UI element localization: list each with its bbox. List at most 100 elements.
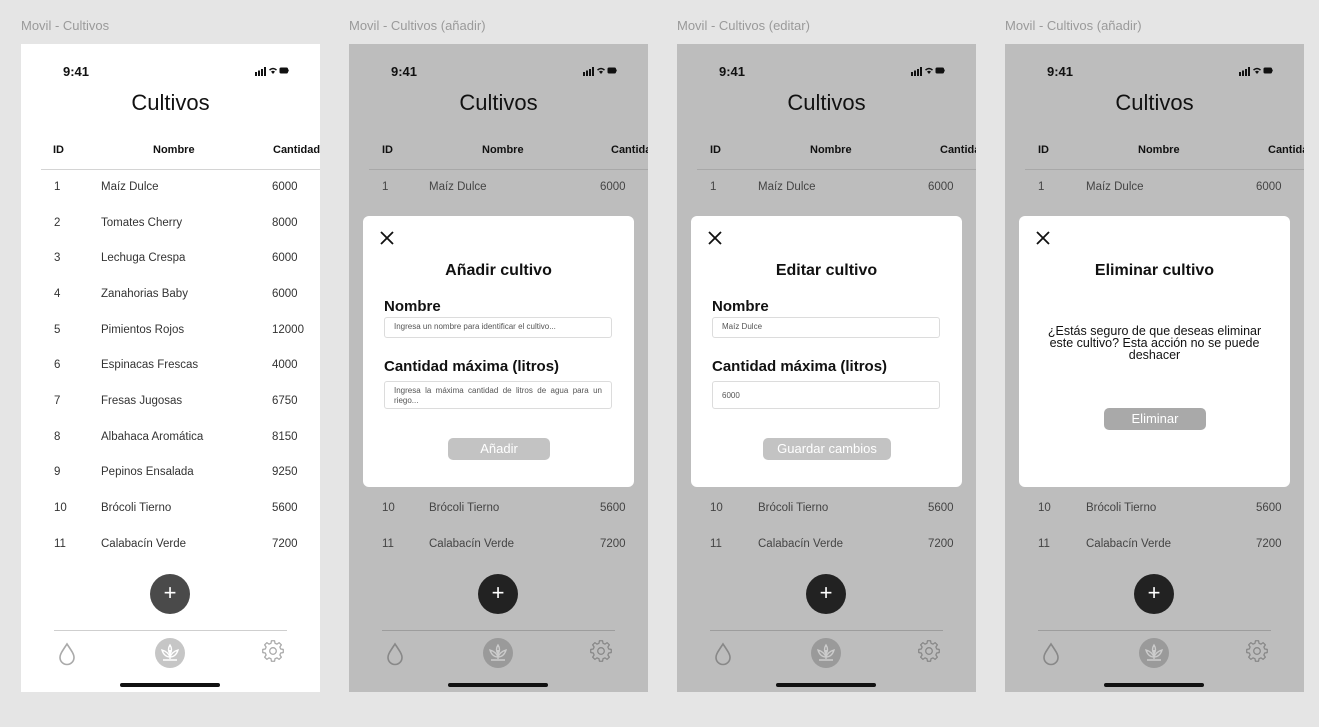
cell-name: Maíz Dulce: [101, 181, 159, 193]
nav-divider: [1038, 630, 1271, 631]
cell-qty: 7200: [600, 538, 626, 550]
cell-name: Maíz Dulce: [758, 181, 816, 193]
cell-qty: 6000: [1256, 181, 1282, 193]
status-icons: [1239, 67, 1273, 76]
cell-qty: 8000: [272, 217, 298, 229]
name-input[interactable]: Maíz Dulce: [712, 317, 940, 338]
col-header-name: Nombre: [1138, 144, 1180, 156]
home-indicator: [776, 683, 876, 687]
col-header-id: ID: [1038, 144, 1049, 156]
cell-qty: 6000: [272, 252, 298, 264]
cell-id: 1: [382, 181, 389, 193]
col-header-qty: Cantidad: [273, 144, 320, 156]
cell-id: 11: [54, 538, 66, 550]
gear-icon[interactable]: [262, 640, 284, 662]
cell-qty: 5600: [928, 502, 954, 514]
table-row[interactable]: 4 Zanahorias Baby 6000: [21, 288, 320, 308]
water-drop-icon[interactable]: [57, 642, 77, 666]
table-row[interactable]: 10 Brócoli Tierno 5600: [677, 502, 976, 522]
water-drop-icon[interactable]: [385, 642, 405, 666]
col-header-qty: Cantidad: [611, 144, 648, 156]
qty-input[interactable]: 6000: [712, 381, 940, 409]
status-time: 9:41: [1047, 64, 1074, 79]
cell-qty: 7200: [1256, 538, 1282, 550]
water-drop-icon[interactable]: [713, 642, 733, 666]
add-crop-button[interactable]: +: [1134, 574, 1174, 614]
table-row[interactable]: 11 Calabacín Verde 7200: [21, 538, 320, 558]
header-divider: [1025, 169, 1304, 170]
table-row[interactable]: 5 Pimientos Rojos 12000: [21, 324, 320, 344]
close-icon[interactable]: [1032, 227, 1054, 249]
add-button[interactable]: Añadir: [448, 438, 550, 460]
col-header-id: ID: [710, 144, 721, 156]
table-row[interactable]: 3 Lechuga Crespa 6000: [21, 252, 320, 272]
screen-title: Cultivos: [1115, 90, 1194, 115]
add-crop-button[interactable]: +: [150, 574, 190, 614]
table-row[interactable]: 11 Calabacín Verde 7200: [1005, 538, 1304, 558]
col-header-qty: Cantidad: [1268, 144, 1304, 156]
phone-cultivos-delete: 9:41 Cultivos ID Nombre Cantidad 1 Maíz D…: [1005, 44, 1304, 692]
table-row[interactable]: 10 Brócoli Tierno 5600: [21, 502, 320, 522]
table-row[interactable]: 9 Pepinos Ensalada 9250: [21, 466, 320, 486]
cell-id: 2: [54, 217, 61, 229]
status-icons: [255, 67, 289, 76]
cell-id: 8: [54, 431, 61, 443]
edit-crop-modal: Editar cultivo Nombre Maíz Dulce Cantida…: [691, 216, 962, 487]
home-indicator: [1104, 683, 1204, 687]
add-crop-button[interactable]: +: [806, 574, 846, 614]
delete-button[interactable]: Eliminar: [1104, 408, 1206, 430]
plant-icon[interactable]: [482, 637, 514, 669]
status-icons: [911, 67, 945, 76]
plant-icon[interactable]: [810, 637, 842, 669]
cell-name: Pimientos Rojos: [101, 324, 185, 336]
cell-qty: 12000: [272, 324, 304, 336]
phone-cultivos-add: 9:41 Cultivos ID Nombre Cantidad 1 Maíz D…: [349, 44, 648, 692]
table-row[interactable]: 1 Maíz Dulce 6000: [349, 181, 648, 201]
header-divider: [41, 169, 320, 170]
cell-qty: 6000: [928, 181, 954, 193]
close-icon[interactable]: [376, 227, 398, 249]
cell-name: Espinacas Frescas: [101, 359, 199, 371]
status-time: 9:41: [719, 64, 746, 79]
cell-qty: 5600: [1256, 502, 1282, 514]
modal-title: Añadir cultivo: [445, 262, 552, 279]
col-header-name: Nombre: [153, 144, 195, 156]
cell-id: 3: [54, 252, 61, 264]
phone-cultivos-edit: 9:41 Cultivos ID Nombre Cantidad 1 Maíz D…: [677, 44, 976, 692]
water-drop-icon[interactable]: [1041, 642, 1061, 666]
qty-input[interactable]: Ingresa la máxima cantidad de litros de …: [384, 381, 612, 409]
modal-title: Eliminar cultivo: [1094, 262, 1215, 279]
table-row[interactable]: 10 Brócoli Tierno 5600: [349, 502, 648, 522]
cell-name: Pepinos Ensalada: [101, 466, 194, 478]
table-row[interactable]: 11 Calabacín Verde 7200: [677, 538, 976, 558]
table-row[interactable]: 1 Maíz Dulce 6000: [1005, 181, 1304, 201]
gear-icon[interactable]: [590, 640, 612, 662]
save-changes-button[interactable]: Guardar cambios: [763, 438, 891, 460]
gear-icon[interactable]: [1246, 640, 1268, 662]
table-row[interactable]: 11 Calabacín Verde 7200: [349, 538, 648, 558]
home-indicator: [120, 683, 220, 687]
screen-title: Cultivos: [459, 90, 538, 115]
name-input[interactable]: Ingresa un nombre para identificar el cu…: [384, 317, 612, 338]
add-crop-button[interactable]: +: [478, 574, 518, 614]
cell-name: Albahaca Aromática: [101, 431, 204, 443]
frame-label: Movil - Cultivos (editar): [677, 18, 810, 33]
close-icon[interactable]: [704, 227, 726, 249]
phone-cultivos: 9:41 Cultivos ID Nombre Cantidad 1 Maíz D…: [21, 44, 320, 692]
confirm-message: ¿Estás seguro de que deseas eliminar est…: [1047, 324, 1262, 362]
plant-icon[interactable]: [1138, 637, 1170, 669]
cell-name: Calabacín Verde: [429, 538, 515, 550]
table-row[interactable]: 10 Brócoli Tierno 5600: [1005, 502, 1304, 522]
col-header-id: ID: [53, 144, 64, 156]
table-row[interactable]: 1 Maíz Dulce 6000: [677, 181, 976, 201]
table-row[interactable]: 8 Albahaca Aromática 8150: [21, 431, 320, 451]
cell-qty: 8150: [272, 431, 298, 443]
gear-icon[interactable]: [918, 640, 940, 662]
cell-qty: 5600: [272, 502, 298, 514]
table-row[interactable]: 7 Fresas Jugosas 6750: [21, 395, 320, 415]
table-row[interactable]: 1 Maíz Dulce 6000: [21, 181, 320, 201]
nav-divider: [710, 630, 943, 631]
table-row[interactable]: 2 Tomates Cherry 8000: [21, 217, 320, 237]
plant-icon[interactable]: [154, 637, 186, 669]
table-row[interactable]: 6 Espinacas Frescas 4000: [21, 359, 320, 379]
